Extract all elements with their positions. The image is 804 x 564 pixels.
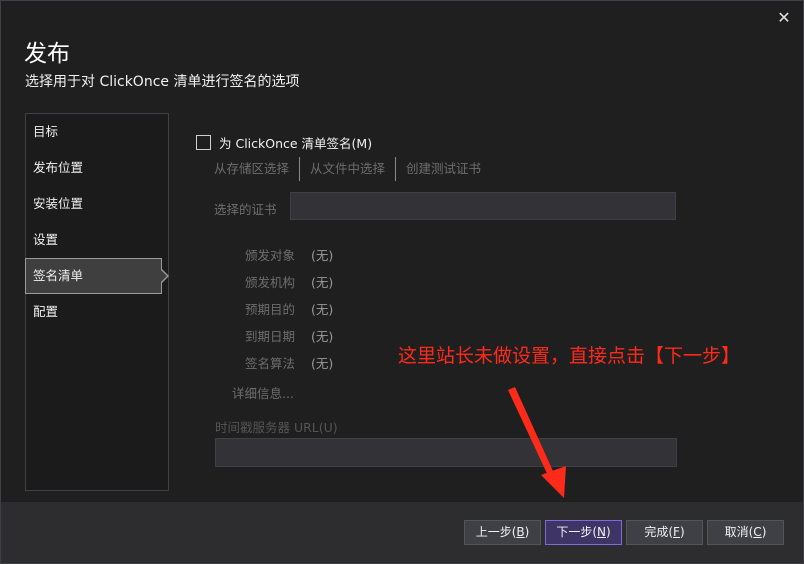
info-key: 签名算法	[245, 356, 296, 371]
info-row: 到期日期 (无)	[245, 328, 333, 355]
info-key: 颁发机构	[245, 275, 296, 290]
dialog-title: 发布	[24, 41, 70, 67]
dialog-footer: 上一步(B) 下一步(N) 完成(F) 取消(C)	[1, 502, 803, 563]
nav-item-settings[interactable]: 设置	[26, 222, 168, 258]
back-button[interactable]: 上一步(B)	[464, 520, 541, 545]
finish-button[interactable]: 完成(F)	[626, 520, 703, 545]
selected-certificate-label: 选择的证书	[214, 202, 277, 217]
info-row: 颁发对象 (无)	[245, 247, 333, 274]
info-value: (无)	[311, 248, 334, 263]
close-icon[interactable]: ✕	[776, 10, 792, 26]
nav-item-target[interactable]: 目标	[26, 114, 168, 150]
certificate-source-options: 从存储区选择 从文件中选择 创建测试证书	[214, 157, 491, 181]
details-link[interactable]: 详细信息...	[232, 383, 294, 402]
cancel-button[interactable]: 取消(C)	[707, 520, 784, 545]
nav-item-label: 签名清单	[33, 268, 84, 283]
wizard-nav: 目标 发布位置 安装位置 设置 签名清单 配置	[25, 113, 169, 491]
nav-item-sign-manifests[interactable]: 签名清单	[25, 258, 169, 294]
sign-manifest-checkbox[interactable]	[196, 135, 211, 150]
info-value: (无)	[311, 275, 334, 290]
select-from-file-button[interactable]: 从文件中选择	[300, 157, 395, 181]
timestamp-server-label: 时间戳服务器 URL(U)	[215, 420, 338, 435]
create-test-certificate-button[interactable]: 创建测试证书	[396, 157, 491, 181]
info-value: (无)	[311, 329, 334, 344]
info-value: (无)	[311, 356, 334, 371]
annotation-text: 这里站长未做设置，直接点击【下一步】	[398, 345, 741, 367]
nav-item-publish-location[interactable]: 发布位置	[26, 150, 168, 186]
info-key: 预期目的	[245, 302, 296, 317]
info-key: 颁发对象	[245, 248, 296, 263]
info-row: 签名算法 (无)	[245, 355, 333, 382]
nav-item-install-location[interactable]: 安装位置	[26, 186, 168, 222]
select-from-store-button[interactable]: 从存储区选择	[214, 157, 299, 181]
info-key: 到期日期	[245, 329, 296, 344]
next-button[interactable]: 下一步(N)	[545, 520, 622, 545]
info-row: 颁发机构 (无)	[245, 274, 333, 301]
certificate-info: 颁发对象 (无) 颁发机构 (无) 预期目的 (无) 到期日期 (无) 签名算法…	[245, 247, 333, 382]
timestamp-server-input[interactable]	[215, 438, 677, 467]
sign-manifest-panel: 为 ClickOnce 清单签名(M) 从存储区选择 从文件中选择 创建测试证书…	[170, 113, 802, 501]
info-row: 预期目的 (无)	[245, 301, 333, 328]
sign-manifest-label: 为 ClickOnce 清单签名(M)	[219, 136, 373, 151]
selected-certificate-field[interactable]	[290, 192, 676, 220]
info-value: (无)	[311, 302, 334, 317]
nav-item-configuration[interactable]: 配置	[26, 294, 168, 330]
sign-manifest-option[interactable]: 为 ClickOnce 清单签名(M)	[196, 133, 372, 152]
dialog-subtitle: 选择用于对 ClickOnce 清单进行签名的选项	[25, 74, 300, 90]
